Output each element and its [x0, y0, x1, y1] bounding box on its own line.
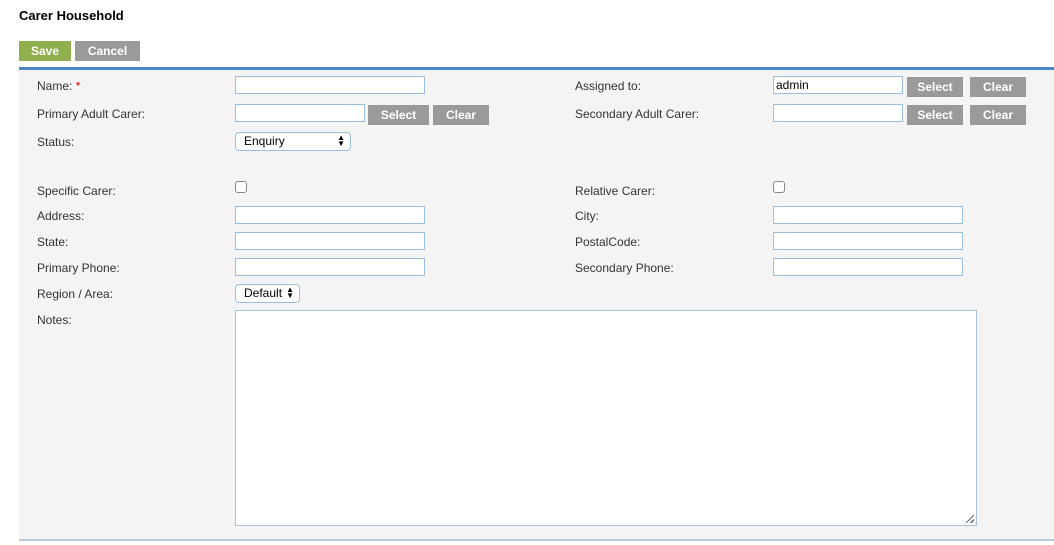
name-label-text: Name: — [37, 79, 73, 93]
region-selected-value: Default — [244, 286, 283, 300]
postal-code-label: PostalCode: — [575, 235, 641, 249]
secondary-phone-input[interactable] — [773, 258, 963, 276]
name-input[interactable] — [235, 76, 425, 94]
assigned-to-input[interactable]: admin — [773, 76, 903, 94]
address-label: Address: — [37, 209, 85, 223]
status-selected-value: Enquiry — [244, 134, 285, 148]
select-arrows-icon: ▲ ▼ — [337, 133, 345, 148]
state-label: State: — [37, 235, 69, 249]
city-input[interactable] — [773, 206, 963, 224]
secondary-adult-carer-clear-button[interactable]: Clear — [970, 105, 1026, 125]
primary-adult-carer-label: Primary Adult Carer: — [37, 107, 146, 121]
select-arrows-icon: ▲ ▼ — [286, 285, 294, 300]
region-label: Region / Area: — [37, 287, 114, 301]
primary-phone-label: Primary Phone: — [37, 261, 120, 275]
postal-code-input[interactable] — [773, 232, 963, 250]
assigned-to-select-button[interactable]: Select — [907, 77, 963, 97]
status-select[interactable]: Enquiry ▲ ▼ — [235, 132, 351, 151]
secondary-adult-carer-label: Secondary Adult Carer: — [575, 107, 700, 121]
resize-grip-icon[interactable] — [966, 515, 974, 523]
notes-label: Notes: — [37, 313, 72, 327]
primary-phone-input[interactable] — [235, 258, 425, 276]
name-label: Name: * — [37, 79, 80, 93]
assigned-to-label: Assigned to: — [575, 79, 642, 93]
state-input[interactable] — [235, 232, 425, 250]
relative-carer-label: Relative Carer: — [575, 184, 656, 198]
status-label: Status: — [37, 135, 75, 149]
city-label: City: — [575, 209, 599, 223]
region-select[interactable]: Default ▲ ▼ — [235, 284, 300, 303]
required-marker: * — [75, 79, 81, 93]
secondary-adult-carer-input[interactable] — [773, 104, 903, 122]
secondary-phone-label: Secondary Phone: — [575, 261, 674, 275]
secondary-adult-carer-select-button[interactable]: Select — [907, 105, 963, 125]
primary-adult-carer-input[interactable] — [235, 104, 365, 122]
page-title: Carer Household — [19, 8, 124, 23]
specific-carer-label: Specific Carer: — [37, 184, 116, 198]
notes-textarea[interactable] — [235, 310, 977, 526]
primary-adult-carer-clear-button[interactable]: Clear — [433, 105, 489, 125]
specific-carer-checkbox[interactable] — [235, 181, 247, 193]
relative-carer-checkbox[interactable] — [773, 181, 785, 193]
assigned-to-clear-button[interactable]: Clear — [970, 77, 1026, 97]
save-button[interactable]: Save — [19, 41, 71, 61]
form-panel: Name: * Assigned to: admin Select Clear … — [19, 67, 1054, 541]
address-input[interactable] — [235, 206, 425, 224]
primary-adult-carer-select-button[interactable]: Select — [368, 105, 429, 125]
cancel-button[interactable]: Cancel — [75, 41, 140, 61]
